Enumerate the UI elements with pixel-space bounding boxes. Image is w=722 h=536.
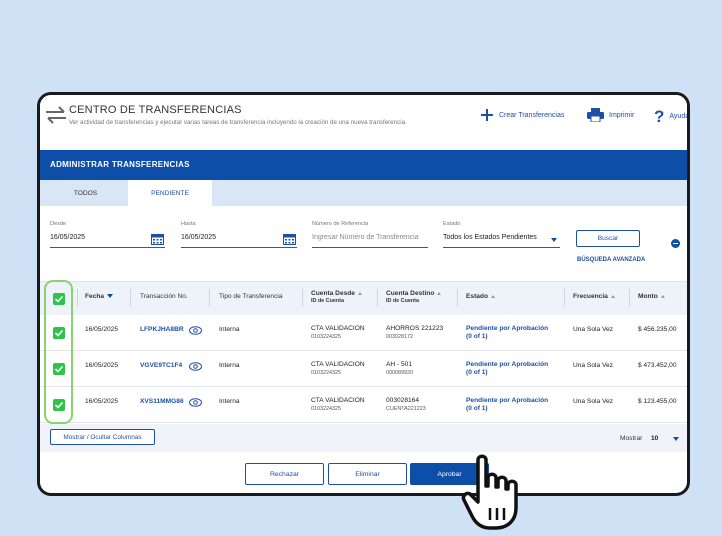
sort-icon — [610, 294, 615, 298]
col-fecha[interactable]: Fecha — [85, 293, 114, 300]
print-label: Imprimir — [609, 111, 635, 119]
row-to-account: AHORROS 221223 003028172 — [386, 325, 444, 340]
row-status[interactable]: Pendiente por Aprobación (0 of 1) — [466, 397, 548, 412]
row-frequency: Una Sola Vez — [573, 326, 613, 333]
delete-button[interactable]: Eliminar — [328, 463, 407, 485]
calendar-icon[interactable] — [151, 234, 164, 245]
transaction-link[interactable]: LFPKJHA8BR — [140, 326, 184, 333]
page-size-select[interactable]: 10 — [651, 435, 658, 442]
eye-icon[interactable] — [189, 326, 202, 335]
row-frequency: Una Sola Vez — [573, 362, 613, 369]
eye-icon[interactable] — [189, 362, 202, 371]
column-divider — [77, 289, 78, 307]
print-button[interactable]: Imprimir — [587, 108, 634, 122]
row-to-account: 003028164 CUENTA221223 — [386, 397, 426, 412]
to-date-label: Hasta — [181, 221, 196, 227]
help-label: Ayuda — [669, 113, 690, 120]
column-divider — [302, 289, 303, 307]
calendar-icon[interactable] — [283, 234, 296, 245]
column-divider — [377, 289, 378, 307]
row-date: 16/05/2025 — [85, 362, 119, 369]
sort-icon — [357, 291, 362, 295]
row-amount: $ 123.455,00 — [638, 398, 677, 405]
row-type: Interna — [219, 362, 240, 369]
col-cuenta-destino[interactable]: Cuenta Destino ID de Cuenta — [386, 290, 442, 304]
toggle-columns-button[interactable]: Mostrar / Ocultar Columnas — [50, 429, 155, 445]
column-divider — [457, 289, 458, 307]
row-status[interactable]: Pendiente por Aprobación (0 of 1) — [466, 361, 548, 376]
section-header: ADMINISTRAR TRANSFERENCIAS — [40, 150, 687, 180]
app-window: CENTRO DE TRANSFERENCIAS Ver actividad d… — [37, 92, 690, 496]
col-tipo[interactable]: Tipo de Transferencia — [219, 293, 283, 300]
create-transfer-button[interactable]: Crear Transferencias — [480, 108, 564, 122]
row-frequency: Una Sola Vez — [573, 398, 613, 405]
search-button[interactable]: Buscar — [576, 230, 640, 247]
row-type: Interna — [219, 326, 240, 333]
from-date-value: 16/05/2025 — [50, 234, 86, 241]
status-select[interactable]: Todos los Estados Pendientes — [443, 234, 560, 248]
column-divider — [564, 289, 565, 307]
row-status[interactable]: Pendiente por Aprobación (0 of 1) — [466, 325, 548, 340]
tab-bar: TODOS PENDIENTE — [40, 180, 687, 206]
help-button[interactable]: ? Ayuda — [654, 107, 690, 126]
row-amount: $ 456.235,00 — [638, 326, 677, 333]
from-date-label: Desde — [50, 221, 67, 227]
row-amount: $ 473.452,00 — [638, 362, 677, 369]
tab-pendiente[interactable]: PENDIENTE — [128, 180, 212, 206]
printer-icon — [587, 108, 604, 122]
transfer-arrows-icon — [46, 106, 66, 124]
from-date-input[interactable]: 16/05/2025 — [50, 234, 165, 248]
eye-icon[interactable] — [189, 398, 202, 407]
row-type: Interna — [219, 398, 240, 405]
page-subtitle: Ver actividad de transferencias y ejecut… — [69, 119, 407, 126]
reference-placeholder: Ingresar Número de Transferencia — [312, 234, 419, 241]
col-frecuencia[interactable]: Frecuencia — [573, 293, 615, 300]
row-from-account: CTA VALIDACION 0103224325 — [311, 397, 365, 412]
row-from-account: CTA VALIDACION 0103224325 — [311, 325, 365, 340]
hand-pointer-icon — [461, 454, 518, 530]
page-title: CENTRO DE TRANSFERENCIAS — [69, 104, 242, 116]
transaction-link[interactable]: XVS11MMG86 — [140, 398, 184, 405]
to-date-input[interactable]: 16/05/2025 — [181, 234, 297, 248]
row-date: 16/05/2025 — [85, 398, 119, 405]
status-select-value: Todos los Estados Pendientes — [443, 234, 537, 241]
tab-todos[interactable]: TODOS — [43, 180, 128, 206]
create-transfer-label: Crear Transferencias — [499, 111, 565, 119]
advanced-search-link[interactable]: BÚSQUEDA AVANZADA — [577, 257, 645, 263]
reject-button[interactable]: Rechazar — [245, 463, 324, 485]
section-title: ADMINISTRAR TRANSFERENCIAS — [50, 160, 190, 169]
column-divider — [629, 289, 630, 307]
column-divider — [209, 289, 210, 307]
row-to-account: AH - 501 000089920 — [386, 361, 413, 376]
row-from-account: CTA VALIDACION 0103224325 — [311, 361, 365, 376]
chevron-down-icon — [551, 238, 557, 242]
to-date-value: 16/05/2025 — [181, 234, 217, 241]
sort-icon — [437, 291, 442, 295]
status-label: Estado — [443, 221, 461, 227]
plus-icon — [481, 109, 493, 121]
reference-label: Número de Referencia — [312, 221, 369, 227]
row-date: 16/05/2025 — [85, 326, 119, 333]
sort-icon — [490, 294, 495, 298]
page-header: CENTRO DE TRANSFERENCIAS Ver actividad d… — [40, 95, 687, 147]
sort-icon — [660, 294, 665, 298]
checkbox-highlight — [44, 280, 73, 424]
help-icon: ? — [654, 107, 665, 126]
col-monto[interactable]: Monto — [638, 293, 665, 300]
column-divider — [130, 289, 131, 307]
col-estado[interactable]: Estado — [466, 293, 495, 300]
reference-input[interactable]: Ingresar Número de Transferencia — [312, 234, 428, 248]
chevron-down-icon[interactable] — [673, 437, 679, 441]
col-cuenta-desde[interactable]: Cuenta Desde ID de Cuenta — [311, 290, 362, 304]
col-transaccion[interactable]: Transacción No. — [140, 293, 188, 300]
collapse-icon[interactable] — [671, 239, 680, 248]
transaction-link[interactable]: VGVE9TC1F4 — [140, 362, 182, 369]
sort-desc-icon — [107, 294, 114, 299]
page-size-label: Mostrar — [620, 435, 643, 442]
